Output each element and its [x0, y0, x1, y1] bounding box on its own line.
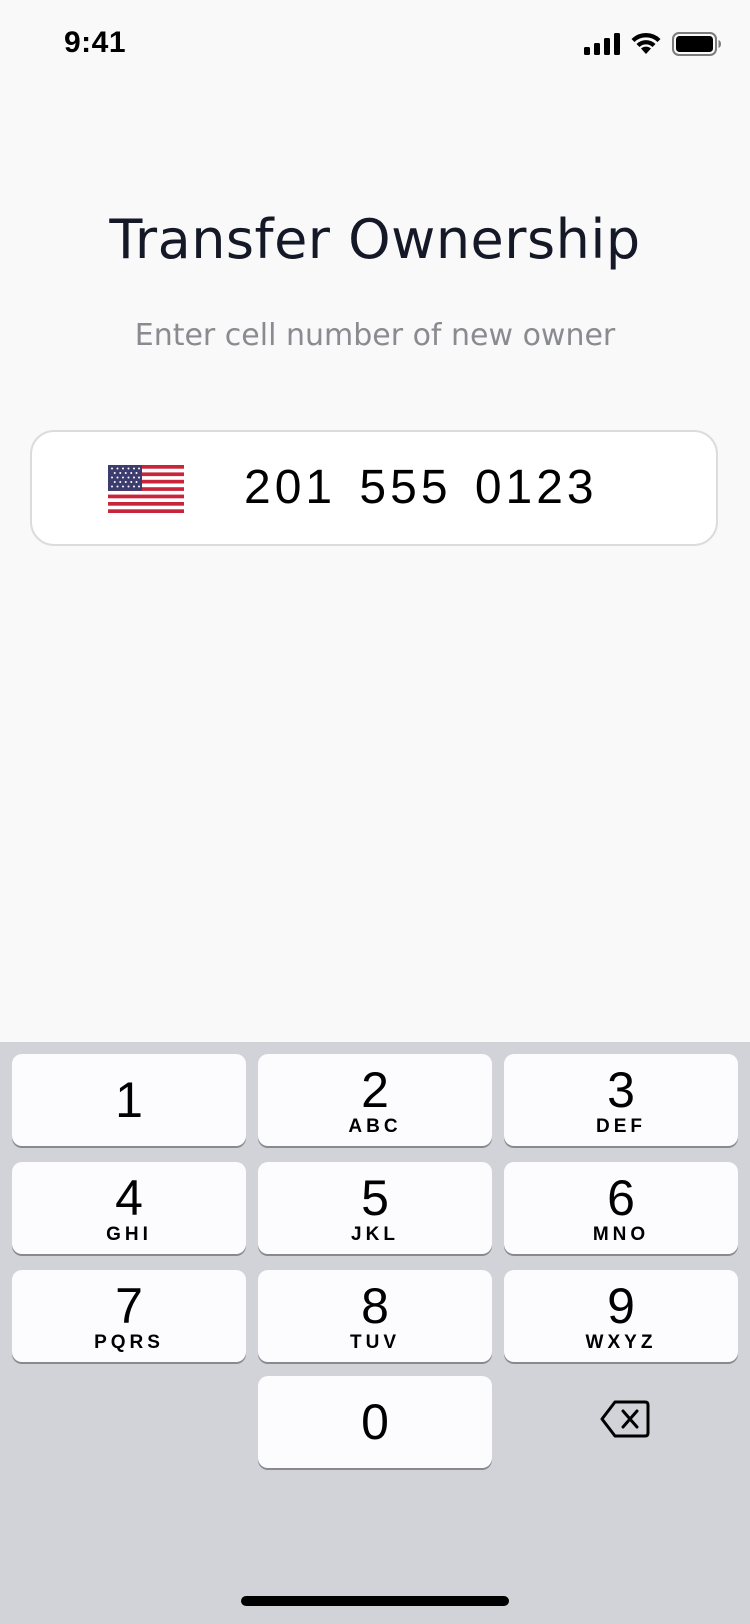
key-digit: 0	[361, 1394, 389, 1450]
battery-icon	[672, 32, 721, 56]
status-bar: 9:41	[0, 0, 750, 92]
key-digit: 6	[607, 1170, 635, 1226]
key-letters: MNO	[592, 1224, 650, 1245]
cellular-signal-icon	[584, 33, 620, 55]
key-1[interactable]: 1	[12, 1054, 246, 1146]
key-letters: WXYZ	[585, 1332, 657, 1353]
us-flag-icon[interactable]	[108, 465, 184, 513]
key-0[interactable]: 0	[258, 1376, 492, 1468]
numeric-keypad: 1 2 ABC 3 DEF 4 GHI 5 JKL 6 MNO 7 PQRS 8…	[0, 1042, 750, 1624]
key-digit: 7	[115, 1278, 143, 1334]
key-9[interactable]: 9 WXYZ	[504, 1270, 738, 1362]
page-title: Transfer Ownership	[109, 208, 641, 271]
page-subtitle: Enter cell number of new owner	[134, 318, 616, 353]
key-digit: 1	[115, 1072, 143, 1128]
key-digit: 3	[607, 1062, 635, 1118]
status-icons	[584, 32, 722, 56]
key-digit: 2	[361, 1062, 389, 1118]
key-letters: PQRS	[94, 1332, 164, 1353]
key-3[interactable]: 3 DEF	[504, 1054, 738, 1146]
key-5[interactable]: 5 JKL	[258, 1162, 492, 1254]
home-indicator[interactable]	[241, 1596, 509, 1606]
key-6[interactable]: 6 MNO	[504, 1162, 738, 1254]
phone-number-field[interactable]: 201 555 0123	[30, 430, 718, 546]
key-letters: ABC	[348, 1116, 402, 1137]
status-time: 9:41	[64, 26, 127, 59]
key-8[interactable]: 8 TUV	[258, 1270, 492, 1362]
key-2[interactable]: 2 ABC	[258, 1054, 492, 1146]
key-7[interactable]: 7 PQRS	[12, 1270, 246, 1362]
key-digit: 4	[115, 1170, 143, 1226]
wifi-icon	[631, 32, 661, 54]
key-digit: 9	[607, 1278, 635, 1334]
key-letters: GHI	[106, 1224, 152, 1245]
backspace-icon[interactable]	[600, 1399, 650, 1439]
key-digit: 8	[361, 1278, 389, 1334]
key-letters: JKL	[351, 1224, 399, 1245]
phone-number-value[interactable]: 201 555 0123	[244, 460, 598, 515]
key-letters: TUV	[350, 1332, 400, 1353]
key-4[interactable]: 4 GHI	[12, 1162, 246, 1254]
key-letters: DEF	[596, 1116, 646, 1137]
key-digit: 5	[361, 1170, 389, 1226]
